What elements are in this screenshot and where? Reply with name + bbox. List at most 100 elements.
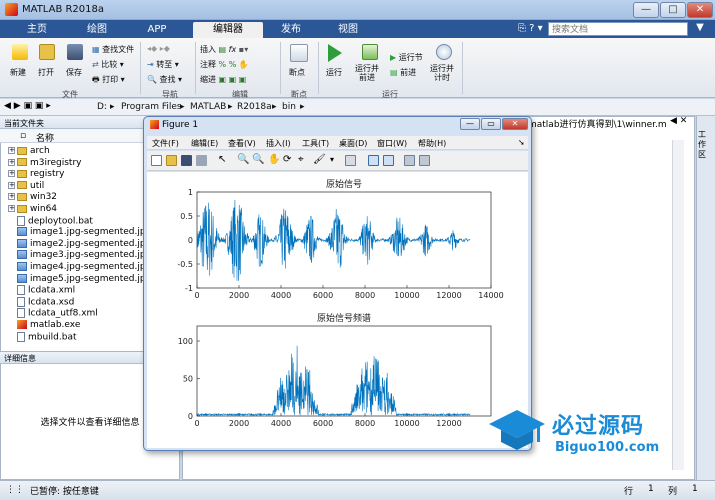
run-section-button[interactable]: ▶ 运行节 [390, 52, 423, 63]
figure-minimize-button[interactable]: — [460, 118, 480, 130]
find-files-button[interactable]: ▦ 查找文件 [92, 44, 134, 55]
list-item[interactable]: + util [8, 181, 44, 192]
rotate-3d-icon[interactable]: ⟳ [283, 155, 294, 166]
run-time-button[interactable]: 运行并 计时 [430, 64, 454, 82]
menu-file[interactable]: 文件(F) [152, 138, 179, 149]
zoom-out-icon[interactable]: 🔍 [252, 155, 264, 166]
list-item[interactable]: image3.jpg-segmented.jpg [8, 250, 151, 261]
search-docs-input[interactable] [548, 22, 688, 36]
list-item[interactable]: lcdata.xml [8, 285, 75, 296]
x-tick-label: 10000 [394, 291, 419, 300]
list-item[interactable]: image2.jpg-segmented.jpg [8, 238, 151, 250]
nav-back-forward-icons[interactable]: ◂◆ ▸◆ [147, 44, 170, 53]
editor-tab-controls[interactable]: ◀ ✕ [670, 116, 694, 128]
brush-icon[interactable]: 🖌 [313, 155, 326, 166]
tab-editor[interactable]: 编辑器 [193, 22, 263, 38]
quick-access-icons[interactable]: ⎘ ? ▾ [518, 23, 544, 36]
minimize-button[interactable]: — [633, 2, 659, 18]
menu-window[interactable]: 窗口(W) [377, 138, 407, 149]
menu-edit[interactable]: 编辑(E) [191, 138, 218, 149]
breadcrumb-bin[interactable]: bin [282, 102, 296, 112]
menu-tools[interactable]: 工具(T) [302, 138, 329, 149]
figure-maximize-button[interactable]: ▭ [481, 118, 501, 130]
pointer-arrow-icon[interactable]: ↖ [218, 155, 229, 166]
editor-scrollbar[interactable] [672, 140, 684, 470]
workspace-side-rail [696, 116, 715, 480]
insert-colorbar-icon[interactable] [368, 155, 379, 166]
expand-icon[interactable]: + [8, 181, 15, 189]
compare-button[interactable]: ⇄ 比较 ▾ [92, 59, 124, 70]
brush-dropdown-icon[interactable]: ▾ [330, 155, 341, 166]
nav-arrows-icon[interactable]: ◀ ▶ ▣ ▣ ▸ [4, 101, 51, 111]
close-button[interactable]: ✕ [687, 2, 713, 18]
run-advance-button[interactable]: 运行并 前进 [355, 64, 379, 82]
list-item[interactable]: image4.jpg-segmented.jpg [8, 262, 151, 273]
zoom-in-icon[interactable]: 🔍 [237, 155, 249, 166]
expand-icon[interactable]: + [8, 158, 15, 166]
insert-button[interactable]: 插入 ▤ fx ▪▾ [200, 44, 248, 55]
tab-home[interactable]: 主页 [8, 22, 66, 38]
pan-hand-icon[interactable]: ✋ [268, 155, 280, 166]
expand-icon[interactable]: + [8, 205, 15, 212]
menu-view[interactable]: 查看(V) [228, 138, 256, 149]
new-button[interactable]: 新建 [10, 67, 26, 78]
print-button[interactable]: 🖶 打印 ▾ [92, 74, 125, 88]
list-item[interactable]: image1.jpg-segmented.jpg [8, 227, 151, 238]
breadcrumb-r2018a[interactable]: R2018a [237, 102, 272, 112]
list-item[interactable]: + registry [8, 169, 65, 180]
list-item[interactable]: lcdata.xsd [8, 296, 74, 308]
figure-canvas[interactable]: 原始信号 0 2000 4000 6000 8000 10000 12000 14000 -1 -0… [147, 172, 528, 448]
menu-desktop[interactable]: 桌面(D) [339, 138, 367, 149]
goto-button[interactable]: ⇥ 转至 ▾ [147, 59, 179, 70]
hide-plot-tools-icon[interactable] [404, 155, 415, 166]
insert-legend-icon[interactable] [383, 155, 394, 166]
menu-help[interactable]: 帮助(H) [418, 138, 446, 149]
list-item[interactable]: mbuild.bat [8, 331, 77, 343]
expand-icon[interactable]: + [8, 193, 15, 201]
menubar-dock-arrow-icon[interactable]: ➘ [518, 138, 525, 147]
filter-icon[interactable]: ▼ [692, 22, 708, 36]
list-item[interactable]: image5.jpg-segmented.jpg [8, 273, 151, 285]
expand-icon[interactable]: + [8, 147, 15, 154]
tab-publish[interactable]: 发布 [265, 22, 317, 38]
list-item-label: util [30, 180, 45, 191]
breadcrumb-program-files[interactable]: Program Files [121, 102, 182, 112]
workspace-rail-label[interactable]: 工作区 [698, 130, 710, 160]
indent-button[interactable]: 缩进 ▣ ▣ ▣ [200, 74, 246, 85]
expand-icon[interactable]: + [8, 170, 15, 178]
data-cursor-icon[interactable]: ⌖ [298, 155, 309, 166]
breadcrumb-sep: ▸ [180, 102, 185, 112]
comment-button[interactable]: 注释 % % ✋ [200, 59, 249, 70]
tab-view[interactable]: 视图 [322, 22, 374, 38]
breakpoints-button[interactable]: 断点 [289, 67, 305, 78]
link-plot-icon[interactable] [345, 155, 356, 166]
run-button[interactable]: 运行 [326, 67, 342, 78]
list-item[interactable]: matlab.exe [8, 320, 80, 331]
new-figure-icon[interactable] [151, 155, 162, 166]
save-figure-icon[interactable] [181, 155, 192, 166]
list-item[interactable]: lcdata_utf8.xml [8, 308, 98, 319]
open-file-icon[interactable] [166, 155, 177, 166]
list-item[interactable]: + win32 [8, 192, 57, 203]
list-item[interactable]: deploytool.bat [8, 215, 93, 227]
menu-insert[interactable]: 插入(I) [266, 138, 291, 149]
advance-button[interactable]: ▤ 前进 [390, 67, 416, 78]
tab-plots[interactable]: 绘图 [68, 22, 126, 38]
find-button[interactable]: 🔍 查找 ▾ [147, 74, 182, 85]
print-figure-icon[interactable] [196, 155, 207, 166]
list-item[interactable]: + m3iregistry [8, 158, 82, 169]
show-plot-tools-icon[interactable] [419, 155, 430, 166]
editor-file-tab[interactable]: matlab进行仿真得到\1\winner.m [528, 117, 668, 130]
list-item-label: image4.jpg-segmented.jpg [30, 262, 152, 272]
breadcrumb-matlab[interactable]: MATLAB [190, 102, 226, 112]
list-item[interactable]: + win64 [8, 204, 57, 215]
maximize-button[interactable]: □ [660, 2, 686, 18]
y-tick-label: 0 [188, 236, 193, 245]
open-button[interactable]: 打开 [38, 67, 54, 78]
save-button[interactable]: 保存 [66, 67, 82, 78]
tab-apps[interactable]: APP [128, 22, 186, 38]
figure-close-button[interactable]: ✕ [502, 118, 528, 130]
breadcrumb-drive[interactable]: D: [97, 102, 107, 112]
list-item-label: lcdata.xml [28, 285, 76, 296]
list-item[interactable]: + arch [8, 146, 50, 157]
